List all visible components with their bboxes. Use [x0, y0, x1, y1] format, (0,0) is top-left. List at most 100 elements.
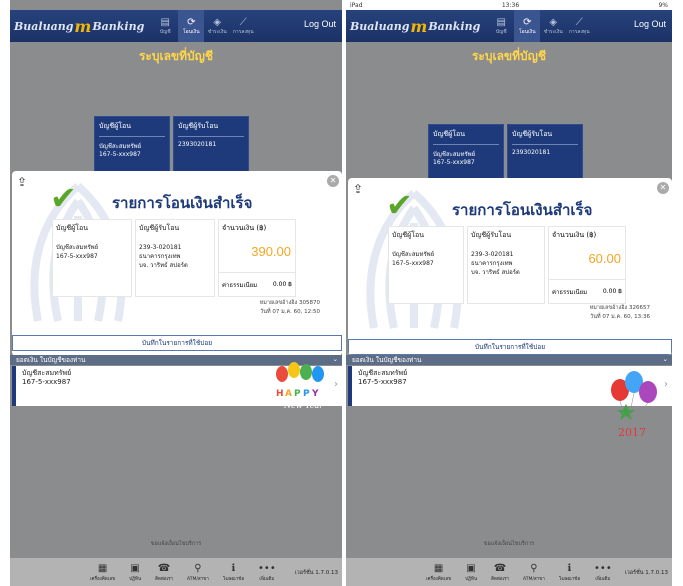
nav-invest[interactable]: ⟋ การลงทุน	[566, 10, 592, 42]
balance-title: ยอดเงิน ในบัญชีของท่าน ⌄	[346, 355, 672, 365]
from-account-card[interactable]: บัญชีผู้โอน บัญชีสะสมทรัพย์ 167-5-xxx987	[94, 116, 170, 176]
chevron-down-icon[interactable]: ⌄	[663, 355, 668, 363]
tab-label: ติดต่อเรา	[491, 576, 510, 582]
transfer-icon: ⟳	[187, 16, 196, 28]
reference-number: หมายเลขอ้างอิง 305870	[259, 300, 320, 306]
modal-title: รายการโอนเงินสำเร็จ	[112, 194, 253, 212]
brand-suffix: Banking	[428, 19, 481, 33]
2017-balloons-image: 2017	[611, 371, 657, 439]
nav-label: โอนเงิน	[182, 28, 200, 35]
from-account-column: บัญชีผู้โอน บัญชีสะสมทรัพย์ 167-5-xxx987	[52, 219, 132, 297]
from-label: บัญชีผู้โอน	[392, 231, 425, 239]
chevron-right-icon: ›	[664, 379, 668, 390]
card-label: บัญชีผู้รับโอน	[178, 121, 244, 137]
tab-label: เครื่องคิดเลข	[426, 576, 452, 582]
fee-row: ค่าธรรมเนียม 0.00 ฿	[219, 272, 295, 296]
to-account-column: บัญชีผู้รับโอน 239-3-020181 ธนาคารกรุงเท…	[135, 219, 215, 297]
card-label: บัญชีผู้โอน	[433, 129, 499, 145]
nav-payment[interactable]: ◈ ชำระเงิน	[204, 10, 230, 42]
tab-contact[interactable]: ☎ ติดต่อเรา	[491, 563, 509, 582]
svg-text:A: A	[285, 389, 292, 399]
brand-prefix: Bualuang	[14, 19, 74, 33]
from-type: บัญชีสะสมทรัพย์	[392, 251, 435, 258]
nav-account[interactable]: ▤ บัญชี	[488, 10, 514, 42]
chevron-down-icon[interactable]: ⌄	[333, 355, 338, 363]
tab-more[interactable]: ••• เพิ่มเติม	[594, 563, 612, 582]
phone-icon: ☎	[157, 562, 171, 574]
tab-label: โฆษณาข้อ	[222, 576, 245, 582]
version-label: เวอร์ชั่น 1.7.0.13	[624, 570, 668, 576]
logout-button[interactable]: Log Out	[304, 19, 336, 29]
to-account-card[interactable]: บัญชีผู้รับโอน 2393020181	[173, 116, 249, 176]
nav-payment[interactable]: ◈ ชำระเงิน	[540, 10, 566, 42]
brand-m: m	[74, 16, 92, 36]
tab-label: เครื่องคิดเลข	[90, 576, 116, 582]
nav-transfer[interactable]: ⟳ โอนเงิน	[178, 10, 205, 42]
save-favorite-button[interactable]: บันทึกในรายการที่ใช้บ่อย	[348, 339, 672, 355]
more-icon: •••	[594, 562, 612, 574]
page-title: ระบุเลขที่บัญชี	[471, 49, 547, 63]
terms-note[interactable]: ขอแจ้งเงื่อนไขบริการ	[10, 540, 342, 548]
svg-text:2017: 2017	[618, 426, 646, 439]
card-label: บัญชีผู้โอน	[99, 121, 165, 137]
transaction-date: วันที่ 07 ม.ค. 60, 13:36	[590, 314, 650, 320]
tab-label: ติดต่อเรา	[155, 576, 174, 582]
amount-value: 60.00	[588, 251, 621, 266]
close-icon[interactable]: ✕	[657, 182, 669, 194]
account-cards: บัญชีผู้โอน บัญชีสะสมทรัพย์ 167-5-xxx987…	[94, 116, 249, 176]
nav-account[interactable]: ▤ บัญชี	[152, 10, 178, 42]
chevron-right-icon: ›	[334, 379, 338, 390]
tab-info[interactable]: ℹ โฆษณาข้อ	[559, 563, 580, 582]
bottom-tab-bar: ▦ เครื่องคิดเลข ▣ ปฏิทิน ☎ ติดต่อเรา ⚲ ATM/ส…	[10, 558, 342, 586]
tab-more[interactable]: ••• เพิ่มเติม	[258, 563, 276, 582]
app-logo: Bualuang m Banking	[10, 17, 144, 36]
to-account-card[interactable]: บัญชีผู้รับโอน 2393020181	[507, 124, 583, 184]
map-pin-icon: ⚲	[194, 562, 202, 574]
tab-calendar[interactable]: ▣ ปฏิทิน	[465, 563, 477, 582]
to-account-column: บัญชีผู้รับโอน 239-3-020181 ธนาคารกรุงเท…	[467, 226, 545, 304]
tab-calendar[interactable]: ▣ ปฏิทิน	[129, 563, 141, 582]
nav-label: บัญชี	[495, 28, 507, 35]
tab-atm[interactable]: ⚲ ATM/สาขา	[523, 563, 545, 582]
to-label: บัญชีผู้รับโอน	[139, 224, 180, 232]
svg-text:P: P	[303, 389, 310, 399]
new-year-balloons-image: H A P P Y New Year	[276, 362, 324, 410]
nav-invest[interactable]: ⟋ การลงทุน	[230, 10, 256, 42]
tab-contact[interactable]: ☎ ติดต่อเรา	[155, 563, 173, 582]
tab-atm[interactable]: ⚲ ATM/สาขา	[187, 563, 209, 582]
check-icon: ✔	[386, 186, 413, 224]
share-icon[interactable]: ⇪	[353, 182, 363, 196]
brand-m: m	[410, 16, 428, 36]
from-account-card[interactable]: บัญชีผู้โอน บัญชีสะสมทรัพย์ 167-5-xxx987	[428, 124, 504, 184]
balance-title-text: ยอดเงิน ในบัญชีของท่าน	[352, 356, 422, 364]
logout-button[interactable]: Log Out	[634, 19, 666, 29]
payment-icon: ◈	[213, 16, 222, 28]
invest-icon: ⟋	[239, 16, 247, 28]
terms-note[interactable]: ขอแจ้งเงื่อนไขบริการ	[346, 540, 672, 548]
transfer-success-modal: ⇪ ✕ ✔ รายการโอนเงินสำเร็จ บัญชีผู้โอน บั…	[348, 178, 672, 355]
from-type: บัญชีสะสมทรัพย์	[56, 244, 99, 251]
share-icon[interactable]: ⇪	[17, 175, 27, 189]
tab-info[interactable]: ℹ โฆษณาข้อ	[223, 563, 244, 582]
invest-icon: ⟋	[575, 16, 583, 28]
version-label: เวอร์ชั่น 1.7.0.13	[294, 570, 338, 576]
save-favorite-button[interactable]: บันทึกในรายการที่ใช้บ่อย	[12, 335, 342, 351]
brand-prefix: Bualuang	[350, 19, 410, 33]
to-name: บจ. วาริทธ์ สปอร์ต	[471, 269, 520, 276]
nav-label: ชำระเงิน	[207, 28, 227, 35]
map-pin-icon: ⚲	[530, 562, 538, 574]
svg-text:Y: Y	[311, 389, 319, 399]
close-icon[interactable]: ✕	[327, 175, 339, 187]
tab-calculator[interactable]: ▦ เครื่องคิดเลข	[426, 563, 451, 582]
tab-calculator[interactable]: ▦ เครื่องคิดเลข	[90, 563, 115, 582]
modal-title: รายการโอนเงินสำเร็จ	[452, 201, 593, 219]
to-name: บจ. วาริทธ์ สปอร์ต	[139, 262, 188, 269]
to-number: 239-3-020181	[139, 244, 182, 251]
top-bar: Bualuang m Banking ▤ บัญชี ⟳ โอนเงิน ◈ ชำระ…	[10, 10, 342, 42]
right-screenshot: iPad 13:36 9% Bualuang m Banking ▤ บัญชี …	[346, 0, 672, 586]
card-value: 2393020181	[178, 141, 217, 148]
from-number: 167-5-xxx987	[56, 253, 98, 260]
page-title: ระบุเลขที่บัญชี	[138, 49, 214, 63]
amount-label: จำนวนเงิน (฿)	[222, 224, 267, 232]
nav-transfer[interactable]: ⟳ โอนเงิน	[514, 10, 541, 42]
